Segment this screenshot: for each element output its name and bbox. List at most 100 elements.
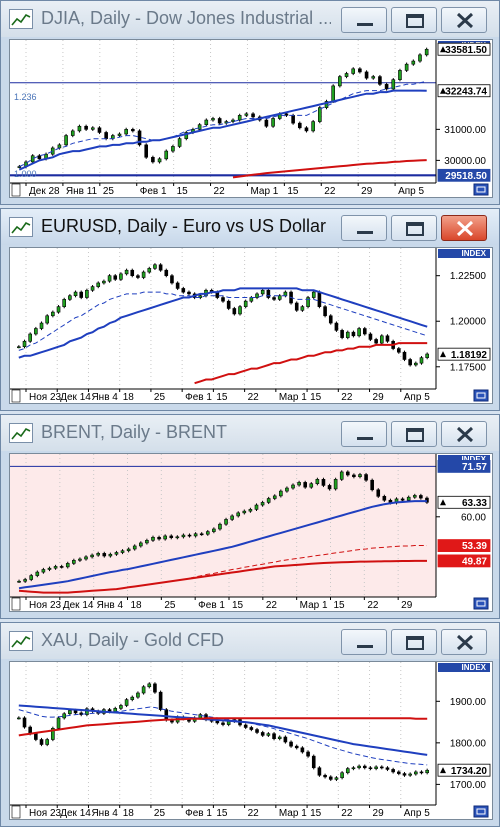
- price-tick-label: 1800.00: [450, 738, 487, 749]
- candle-body: [171, 146, 175, 152]
- candle-body: [163, 535, 167, 540]
- time-tick-label: Фев 1: [198, 600, 225, 611]
- candle-body: [344, 73, 349, 77]
- time-tick-label: 15: [216, 392, 228, 403]
- chart-window[interactable]: DJIA, Daily - Dow Jones Industrial ... 1.…: [0, 0, 500, 205]
- candle-body: [102, 280, 106, 284]
- candle-body: [419, 495, 423, 499]
- plot-area[interactable]: [10, 662, 436, 805]
- candle-body: [408, 773, 412, 776]
- time-tick-label: Янв 4: [91, 808, 118, 819]
- candle-body: [315, 479, 320, 484]
- candle-body: [351, 68, 356, 74]
- price-chart[interactable]: 1.2361.000INDEX31000.0030000.0033581.503…: [9, 39, 493, 198]
- time-tick-label: 15: [310, 392, 322, 403]
- autoscroll-icon[interactable]: [473, 805, 489, 818]
- chart-canvas[interactable]: 1.2361.000INDEX31000.0030000.0033581.503…: [10, 40, 492, 197]
- price-tag-label: 53.39: [462, 541, 487, 552]
- minimize-icon: [357, 231, 373, 234]
- candle-body: [255, 729, 259, 733]
- autoscroll-icon[interactable]: [473, 389, 489, 402]
- close-button[interactable]: [441, 7, 487, 33]
- price-chart[interactable]: INDEX 1.22500 1.20000 1.17500 1.18192 Ноя 23 Д…: [9, 247, 493, 404]
- candle-body: [170, 275, 174, 284]
- window-title: EURUSD, Daily - Euro vs US Dollar: [41, 216, 327, 236]
- window-title: XAU, Daily - Gold CFD: [41, 630, 225, 650]
- candle-body: [84, 556, 88, 560]
- candle-body: [321, 479, 326, 486]
- candle-body: [59, 566, 64, 568]
- candle-body: [96, 282, 101, 287]
- maximize-button[interactable]: [391, 421, 437, 447]
- time-tick-label: Дек 28: [29, 186, 60, 197]
- plot-area[interactable]: [10, 454, 436, 597]
- candle-body: [47, 567, 52, 570]
- candle-body: [221, 297, 225, 302]
- candle-body: [113, 275, 118, 280]
- scroll-start-marker[interactable]: [11, 597, 21, 611]
- chart-canvas[interactable]: INDEX60.0071.5763.3353.3949.87Ноя 23 Дек …: [10, 454, 492, 611]
- chart-window[interactable]: BRENT, Daily - BRENT INDEX 60.00 71.57 63.33…: [0, 414, 500, 619]
- chart-canvas[interactable]: INDEX 1.22500 1.20000 1.175001.18192 Ноя 23 Д…: [10, 248, 492, 403]
- candle-body: [357, 765, 361, 769]
- close-button[interactable]: [441, 215, 487, 241]
- price-chart[interactable]: INDEX 1900.00 1800.00 1700.00 1734.20 Ноя 23 Д…: [9, 661, 493, 820]
- time-tick-label: Фев 1: [185, 808, 212, 819]
- time-tick-label: 22: [248, 392, 260, 403]
- candle-body: [266, 498, 271, 503]
- price-tag-label: 1.18192: [451, 350, 488, 361]
- window-titlebar[interactable]: BRENT, Daily - BRENT: [1, 415, 499, 451]
- candle-body: [108, 553, 113, 557]
- price-chart[interactable]: INDEX 60.00 71.57 63.33 53.39 49.87 Ноя 23 Дек …: [9, 453, 493, 612]
- minimize-button[interactable]: [341, 215, 387, 241]
- chart-window[interactable]: EURUSD, Daily - Euro vs US Dollar INDEX 1.…: [0, 208, 500, 411]
- price-axis[interactable]: [436, 454, 492, 611]
- scroll-start-marker[interactable]: [11, 805, 21, 819]
- candle-body: [124, 129, 128, 135]
- minimize-icon: [357, 437, 373, 440]
- scroll-start-marker[interactable]: [11, 389, 21, 403]
- window-titlebar[interactable]: XAU, Daily - Gold CFD: [1, 623, 499, 659]
- candle-body: [272, 297, 276, 300]
- candle-body: [309, 483, 314, 488]
- candle-body: [323, 774, 327, 778]
- minimize-button[interactable]: [341, 7, 387, 33]
- close-button[interactable]: [441, 629, 487, 655]
- minimize-button[interactable]: [341, 629, 387, 655]
- candle-body: [77, 125, 82, 132]
- candle-body: [382, 496, 387, 501]
- candle-body: [374, 766, 378, 769]
- autoscroll-icon[interactable]: [473, 597, 489, 610]
- candle-body: [70, 130, 75, 136]
- candle-body: [291, 484, 295, 489]
- candle-body: [117, 133, 122, 136]
- candle-body: [255, 293, 259, 298]
- minimize-button[interactable]: [341, 421, 387, 447]
- candle-body: [97, 127, 102, 133]
- window-title: DJIA, Daily - Dow Jones Industrial ...: [41, 8, 331, 28]
- index-badge-label: INDEX: [462, 249, 487, 258]
- candle-body: [248, 509, 253, 512]
- close-button[interactable]: [441, 421, 487, 447]
- scroll-start-marker[interactable]: [11, 183, 21, 197]
- fibo-level-label: 1.236: [14, 92, 37, 102]
- candle-body: [22, 717, 27, 728]
- candle-body: [254, 504, 259, 510]
- maximize-button[interactable]: [391, 629, 437, 655]
- window-titlebar[interactable]: DJIA, Daily - Dow Jones Industrial ...: [1, 1, 499, 37]
- candle-body: [130, 696, 135, 700]
- chart-window[interactable]: XAU, Daily - Gold CFD INDEX 1900.00 1800.00…: [0, 622, 500, 827]
- chart-canvas[interactable]: INDEX 1900.00 1800.00 1700.00 1734.20 Ноя 23 Д…: [10, 662, 492, 819]
- candle-body: [327, 485, 332, 490]
- time-tick-label: 22: [248, 808, 260, 819]
- time-tick-label: Дек 14: [60, 808, 91, 819]
- time-tick-label: Ноя 23: [29, 808, 62, 819]
- maximize-button[interactable]: [391, 215, 437, 241]
- candle-body: [132, 545, 137, 550]
- candle-body: [404, 63, 409, 71]
- time-tick-label: 25: [154, 808, 166, 819]
- autoscroll-icon[interactable]: [473, 183, 489, 196]
- window-titlebar[interactable]: EURUSD, Daily - Euro vs US Dollar: [1, 209, 499, 245]
- maximize-button[interactable]: [391, 7, 437, 33]
- plot-area[interactable]: [10, 40, 436, 183]
